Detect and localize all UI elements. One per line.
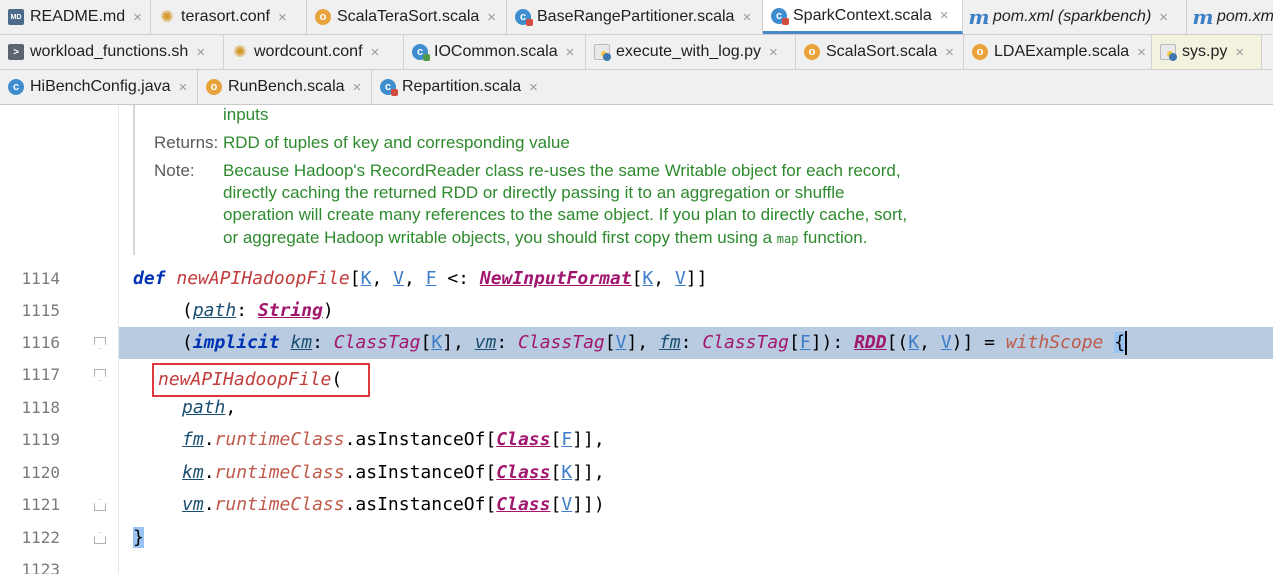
tab-repartition-scala[interactable]: c Repartition.scala × xyxy=(372,70,558,104)
code-line-1115[interactable]: (path: String) xyxy=(182,295,334,327)
line-number: 1121 xyxy=(21,495,60,514)
tab-sys-py[interactable]: sys.py × xyxy=(1152,35,1262,69)
maven-icon: m xyxy=(1192,5,1214,29)
config-gear-icon: ✺ xyxy=(233,44,247,61)
line-number: 1117 xyxy=(21,365,60,384)
tab-terasort-conf[interactable]: ✺ terasort.conf × xyxy=(151,0,307,34)
config-gear-icon: ✺ xyxy=(160,9,174,26)
tab-baserangepartitioner-scala[interactable]: c BaseRangePartitioner.scala × xyxy=(507,0,763,34)
scala-object-icon: o xyxy=(315,9,331,25)
editor-tab-bar: MD README.md × ✺ terasort.conf × o Scala… xyxy=(0,0,1273,105)
tab-wordcount-conf[interactable]: ✺ wordcount.conf × xyxy=(224,35,404,69)
close-icon[interactable]: × xyxy=(529,79,538,96)
tab-scalaterasort-scala[interactable]: o ScalaTeraSort.scala × xyxy=(307,0,507,34)
maven-icon: m xyxy=(968,5,990,29)
doc-note-line: directly caching the returned RDD or dir… xyxy=(223,183,845,202)
close-icon[interactable]: × xyxy=(196,44,205,61)
line-number: 1123 xyxy=(21,560,60,574)
code-line-1116[interactable]: (implicit km: ClassTag[K], vm: ClassTag[… xyxy=(182,327,1128,359)
close-icon[interactable]: × xyxy=(1235,44,1244,61)
scala-object-icon: o xyxy=(972,44,988,60)
tab-iocommon-scala[interactable]: c IOCommon.scala × xyxy=(404,35,586,69)
code-line-1114[interactable]: def newAPIHadoopFile[K, V, F <: NewInput… xyxy=(133,263,707,295)
doc-returns-text: RDD of tuples of key and corresponding v… xyxy=(223,133,570,152)
close-icon[interactable]: × xyxy=(133,9,142,26)
line-number: 1120 xyxy=(21,463,60,482)
close-icon[interactable]: × xyxy=(1159,9,1168,26)
code-editor[interactable]: inputs Returns: RDD of tuples of key and… xyxy=(0,105,1273,574)
doc-inline-code: map xyxy=(776,232,799,246)
close-icon[interactable]: × xyxy=(769,44,778,61)
doc-note-line: operation will create many references to… xyxy=(223,205,908,224)
line-number: 1115 xyxy=(21,301,60,320)
tab-execute-with-log-py[interactable]: execute_with_log.py × xyxy=(586,35,796,69)
python-file-icon xyxy=(594,44,611,61)
close-icon[interactable]: × xyxy=(371,44,380,61)
code-line-1121[interactable]: vm.runtimeClass.asInstanceOf[Class[V]]) xyxy=(182,489,605,521)
tab-workload-functions-sh[interactable]: > workload_functions.sh × xyxy=(0,35,224,69)
close-icon[interactable]: × xyxy=(940,7,949,24)
scala-object-icon: o xyxy=(206,79,222,95)
line-number: 1119 xyxy=(21,430,60,449)
close-icon[interactable]: × xyxy=(353,79,362,96)
close-icon[interactable]: × xyxy=(1137,44,1146,61)
tab-row-3: c HiBenchConfig.java × o RunBench.scala … xyxy=(0,70,1273,104)
close-icon[interactable]: × xyxy=(945,44,954,61)
tab-pom-xml[interactable]: m pom.xm xyxy=(1187,0,1273,34)
close-icon[interactable]: × xyxy=(179,79,188,96)
tab-row-1: MD README.md × ✺ terasort.conf × o Scala… xyxy=(0,0,1273,35)
close-icon[interactable]: × xyxy=(742,9,751,26)
tab-scalasort-scala[interactable]: o ScalaSort.scala × xyxy=(796,35,964,69)
code-line-1122[interactable]: } xyxy=(133,522,144,554)
close-icon[interactable]: × xyxy=(487,9,496,26)
rendered-doc-bar xyxy=(133,105,135,255)
line-number: 1114 xyxy=(21,269,60,288)
close-icon[interactable]: × xyxy=(566,44,575,61)
code-line-1119[interactable]: fm.runtimeClass.asInstanceOf[Class[F]], xyxy=(182,424,605,456)
tab-readme-md[interactable]: MD README.md × xyxy=(0,0,151,34)
tab-row-2: > workload_functions.sh × ✺ wordcount.co… xyxy=(0,35,1273,70)
python-file-icon xyxy=(1160,44,1177,61)
tab-ldaexample-scala[interactable]: o LDAExample.scala × xyxy=(964,35,1152,69)
scala-class-icon: c xyxy=(515,9,533,26)
scala-class-icon: c xyxy=(380,79,398,96)
doc-note-line: or aggregate Hadoop writable objects, yo… xyxy=(223,228,868,247)
java-class-icon: c xyxy=(8,79,24,95)
scala-class-icon: c xyxy=(771,7,789,25)
doc-inputs-text: inputs xyxy=(223,105,269,124)
shell-script-icon: > xyxy=(8,44,24,60)
doc-note-label: Note: xyxy=(154,161,195,180)
scala-object-icon: o xyxy=(804,44,820,60)
line-number: 1116 xyxy=(21,333,60,352)
gutter-separator xyxy=(118,105,119,574)
tab-hibenchconfig-java[interactable]: c HiBenchConfig.java × xyxy=(0,70,198,104)
scala-class-icon: c xyxy=(412,44,430,61)
code-line-1120[interactable]: km.runtimeClass.asInstanceOf[Class[K]], xyxy=(182,457,605,489)
line-number: 1122 xyxy=(21,528,60,547)
code-line-1118[interactable]: path, xyxy=(182,392,236,424)
doc-note-line: Because Hadoop's RecordReader class re-u… xyxy=(223,161,901,180)
doc-returns-label: Returns: xyxy=(154,133,219,152)
tab-runbench-scala[interactable]: o RunBench.scala × xyxy=(198,70,372,104)
close-icon[interactable]: × xyxy=(278,9,287,26)
matched-brace: { xyxy=(1114,332,1126,353)
markdown-file-icon: MD xyxy=(8,9,24,25)
matched-brace: } xyxy=(133,527,144,548)
tab-pom-xml-sparkbench[interactable]: m pom.xml (sparkbench) × xyxy=(963,0,1187,34)
text-cursor xyxy=(1125,331,1128,355)
line-number: 1118 xyxy=(21,398,60,417)
tab-sparkcontext-scala[interactable]: c SparkContext.scala × xyxy=(763,0,963,34)
